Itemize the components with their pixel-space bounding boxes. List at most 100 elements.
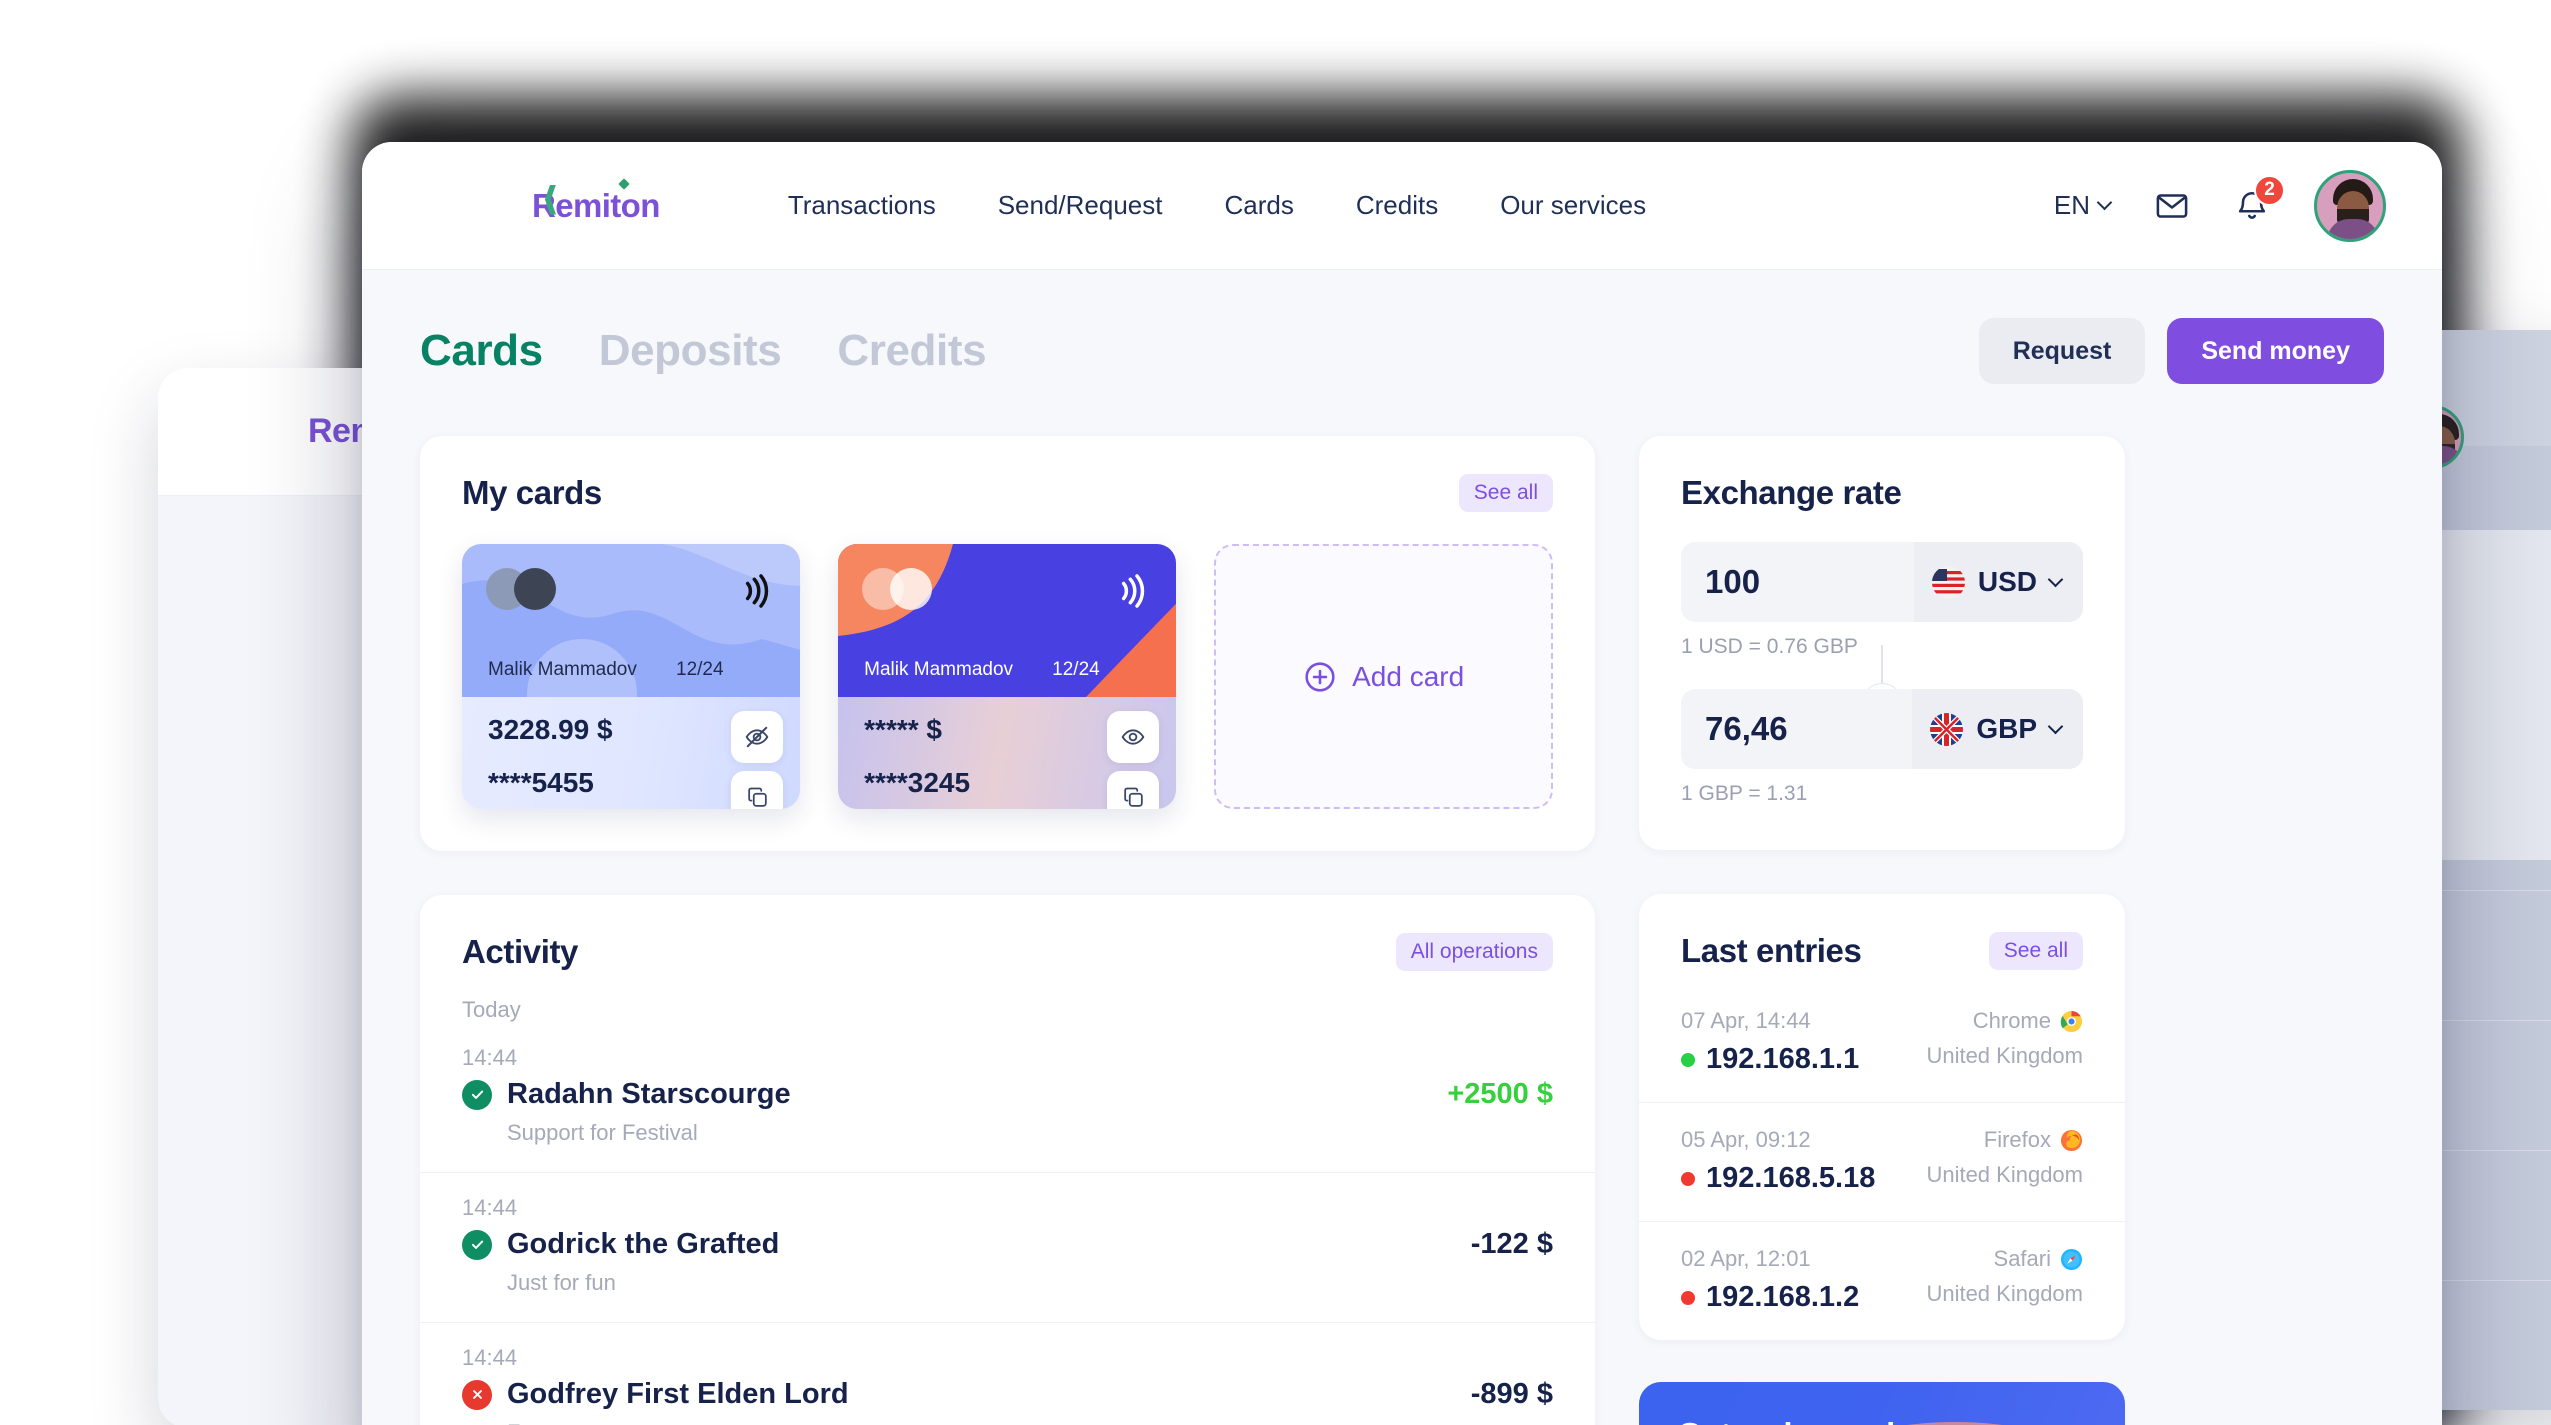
card-expiry: 12/24 [1052, 659, 1100, 680]
last-entries-panel: Last entries See all 07 Apr, 14:44 192.1… [1639, 894, 2125, 1340]
app-header: Remiton Transactions Send/Request Cards … [362, 142, 2442, 270]
brand-logo[interactable]: Remiton [532, 177, 660, 225]
avatar-body-icon [2327, 218, 2379, 239]
copy-icon [1124, 787, 1143, 807]
firefox-icon [2060, 1129, 2083, 1152]
us-flag-icon [1931, 565, 1965, 599]
activity-row[interactable]: 14:44 Godrick the Grafted -122 $ Just fo… [420, 1173, 1595, 1323]
status-success-icon [462, 1229, 492, 1260]
bank-card-details: 3228.99 $ ****5455 [462, 697, 801, 809]
bank-card[interactable]: Malik Mammadov 12/24 ***** $ ****3245 [838, 544, 1177, 809]
last-entry-date: 02 Apr, 12:01 [1681, 1246, 1811, 1271]
exchange-from-amount[interactable]: 100 [1681, 563, 1914, 601]
exchange-from-currency-select[interactable]: USD [1913, 542, 2083, 622]
nav-item-transactions[interactable]: Transactions [788, 190, 936, 221]
last-entry-right: Firefox United Kingdom [1926, 1127, 2083, 1188]
bank-card-art: Malik Mammadov 12/24 [838, 544, 1177, 697]
last-entry-browser-text: Firefox [1983, 1127, 2051, 1152]
notifications-button[interactable]: 2 [2234, 174, 2285, 224]
welcome-bonus-banner[interactable]: Get welcome bonus Deposit 100$ get 100$ … [1639, 1382, 2125, 1425]
dashboard-left-column: My cards See all Malik Mammadov 12/24 32… [420, 436, 1595, 1425]
exchange-to-currency-label: GBP [1976, 713, 2037, 744]
my-cards-title: My cards [462, 474, 602, 511]
mail-icon [2156, 193, 2188, 218]
last-entry-ip-text: 192.168.5.18 [1706, 1162, 1876, 1194]
request-button[interactable]: Request [1978, 318, 2146, 384]
activity-header: Activity All operations [420, 895, 1595, 971]
exchange-to-row: 76,46 GBP [1681, 689, 2083, 769]
app-content: Cards Deposits Credits Request Send mone… [362, 270, 2442, 1425]
exchange-to-amount[interactable]: 76,46 [1681, 710, 1912, 748]
card-expiry: 12/24 [676, 659, 724, 680]
my-cards-header: My cards See all [420, 436, 1595, 512]
activity-amount: +2500 $ [1447, 1078, 1553, 1110]
last-entry-browser-text: Chrome [1972, 1008, 2051, 1033]
activity-description: Just for fun [507, 1270, 616, 1295]
page-tabs-row: Cards Deposits Credits Request Send mone… [420, 318, 2384, 384]
nav-item-cards[interactable]: Cards [1224, 190, 1293, 221]
last-entry-browser: Safari [1994, 1246, 2083, 1272]
card-show-balance-button[interactable] [1107, 711, 1160, 763]
nav-item-our-services[interactable]: Our services [1500, 190, 1646, 221]
card-copy-number-button[interactable] [1107, 771, 1160, 809]
activity-row[interactable]: 14:44 Radahn Starscourge +2500 $ Support… [420, 1023, 1595, 1173]
card-holder-name: Malik Mammadov [864, 659, 1014, 680]
notification-badge: 2 [2254, 174, 2285, 206]
exchange-connector: = [1639, 645, 2125, 761]
bonus-title: Get welcome bonus [1677, 1416, 2087, 1425]
last-entry-date: 07 Apr, 14:44 [1681, 1008, 1811, 1033]
tab-cards[interactable]: Cards [420, 326, 543, 376]
last-entry-date: 05 Apr, 09:12 [1681, 1127, 1811, 1152]
app-window: Remiton Transactions Send/Request Cards … [362, 142, 2442, 1425]
contactless-icon [1122, 574, 1145, 608]
last-entry-right: Chrome United Kingdom [1926, 1008, 2083, 1069]
add-card-button[interactable]: Add card [1214, 544, 1553, 809]
last-entry-browser: Firefox [1984, 1127, 2083, 1153]
safari-icon [2060, 1248, 2083, 1271]
activity-title: Activity [462, 933, 579, 970]
last-entry-left: 05 Apr, 09:12 192.168.5.18 [1681, 1127, 1875, 1195]
card-copy-number-button[interactable] [731, 771, 784, 809]
my-cards-panel: My cards See all Malik Mammadov 12/24 32… [420, 436, 1595, 851]
bank-card[interactable]: Malik Mammadov 12/24 3228.99 $ ****5455 [462, 544, 801, 809]
language-label: EN [2053, 190, 2090, 220]
exchange-from-field[interactable]: 100 USD [1681, 542, 2083, 622]
activity-amount: -899 $ [1470, 1378, 1553, 1410]
my-cards-see-all-button[interactable]: See all [1458, 474, 1553, 512]
exchange-rate-title: Exchange rate [1681, 474, 1902, 511]
last-entry-row[interactable]: 07 Apr, 14:44 192.168.1.1 Chrome United … [1639, 984, 2125, 1103]
exchange-rate-panel: Exchange rate 100 USD 1 USD = 0.76 GBP 7… [1639, 436, 2125, 850]
mail-button[interactable] [2154, 188, 2190, 224]
nav-item-send-request[interactable]: Send/Request [998, 190, 1163, 221]
last-entry-row[interactable]: 05 Apr, 09:12 192.168.5.18 Firefox Unite… [1639, 1103, 2125, 1222]
all-operations-button[interactable]: All operations [1395, 933, 1553, 971]
last-entry-row[interactable]: 02 Apr, 12:01 192.168.1.2 Safari United … [1639, 1222, 2125, 1340]
screenshot-root: Remiton 2 3 4 Remiton [0, 0, 2551, 1425]
language-selector[interactable]: EN [2053, 190, 2113, 221]
last-entries-see-all-button[interactable]: See all [1988, 932, 2083, 970]
last-entry-left: 02 Apr, 12:01 192.168.1.2 [1681, 1246, 1859, 1314]
last-entry-ip-text: 192.168.1.1 [1706, 1043, 1860, 1075]
chrome-icon [2060, 1010, 2083, 1033]
activity-day-label: Today [462, 997, 521, 1022]
dashboard-right-column: Exchange rate 100 USD 1 USD = 0.76 GBP 7… [1639, 436, 2125, 1425]
card-hide-balance-button[interactable] [731, 711, 784, 763]
exchange-to-field[interactable]: 76,46 GBP [1681, 689, 2083, 769]
send-money-button[interactable]: Send money [2167, 318, 2384, 384]
status-failed-icon [462, 1379, 492, 1410]
header-actions: EN 2 [2053, 169, 2386, 242]
activity-time: 14:44 [462, 1195, 518, 1220]
page-tabs: Cards Deposits Credits [420, 326, 987, 376]
exchange-from-currency-label: USD [1977, 566, 2037, 597]
tab-deposits[interactable]: Deposits [599, 326, 782, 376]
gb-flag-icon [1930, 712, 1964, 746]
nav-item-credits[interactable]: Credits [1356, 190, 1438, 221]
tab-credits[interactable]: Credits [837, 326, 986, 376]
exchange-to-currency-select[interactable]: GBP [1912, 689, 2083, 769]
chevron-down-icon [2096, 194, 2113, 211]
activity-row-main: Godfrey First Elden Lord -899 $ [462, 1378, 1553, 1411]
exchange-rate-header: Exchange rate [1639, 436, 2125, 542]
bank-card-details: ***** $ ****3245 [838, 697, 1177, 809]
avatar[interactable] [2314, 169, 2386, 242]
activity-row[interactable]: 14:44 Godfrey First Elden Lord -899 $ Fo… [420, 1323, 1595, 1425]
